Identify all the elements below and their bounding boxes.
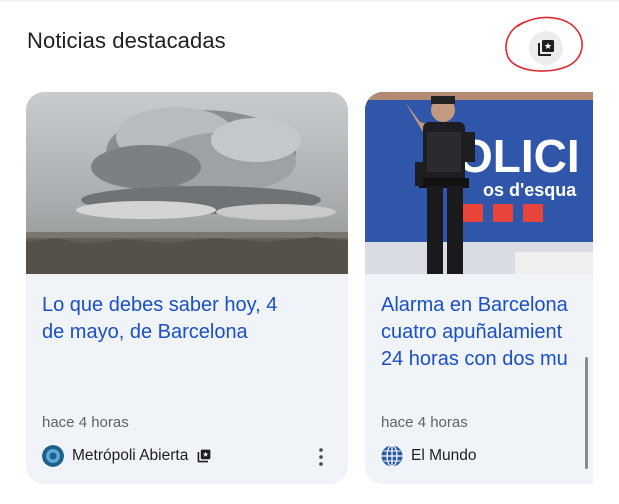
save-to-collection-icon: [538, 40, 554, 56]
section-title: Noticias destacadas: [27, 28, 226, 53]
more-options-button[interactable]: [312, 444, 330, 470]
save-collection-button[interactable]: [529, 31, 563, 65]
source-name: Metrópoli Abierta: [72, 447, 189, 464]
police-officer-with-banner-photo: OLICI os d'esqua: [365, 92, 593, 274]
metropoli-abierta-logo: [42, 445, 64, 467]
news-source[interactable]: Metrópoli Abierta: [42, 444, 212, 468]
banner-subtext: os d'esqua: [483, 180, 577, 200]
news-card[interactable]: Lo que debes saber hoy, 4 de mayo, de Ba…: [26, 92, 348, 484]
source-name: El Mundo: [411, 447, 477, 464]
published-time: hace 4 horas: [381, 414, 468, 431]
news-headline[interactable]: Lo que debes saber hoy, 4 de mayo, de Ba…: [42, 292, 338, 346]
el-mundo-globe-logo: [381, 445, 403, 467]
top-divider: [0, 0, 619, 2]
save-to-collection-icon: [197, 449, 211, 463]
news-source[interactable]: El Mundo: [381, 444, 476, 468]
horizontal-scroll-indicator[interactable]: [585, 357, 588, 469]
more-vert-icon: [319, 448, 323, 466]
news-card[interactable]: OLICI os d'esqua Alarma en Barcelona cua…: [365, 92, 593, 484]
published-time: hace 4 horas: [42, 414, 129, 431]
banner-text: OLICI: [457, 130, 580, 182]
news-headline[interactable]: Alarma en Barcelona cuatro apuñalamient …: [381, 292, 593, 373]
news-carousel[interactable]: Lo que debes saber hoy, 4 de mayo, de Ba…: [0, 92, 593, 492]
storm-cloud-over-city-photo: [26, 92, 348, 274]
